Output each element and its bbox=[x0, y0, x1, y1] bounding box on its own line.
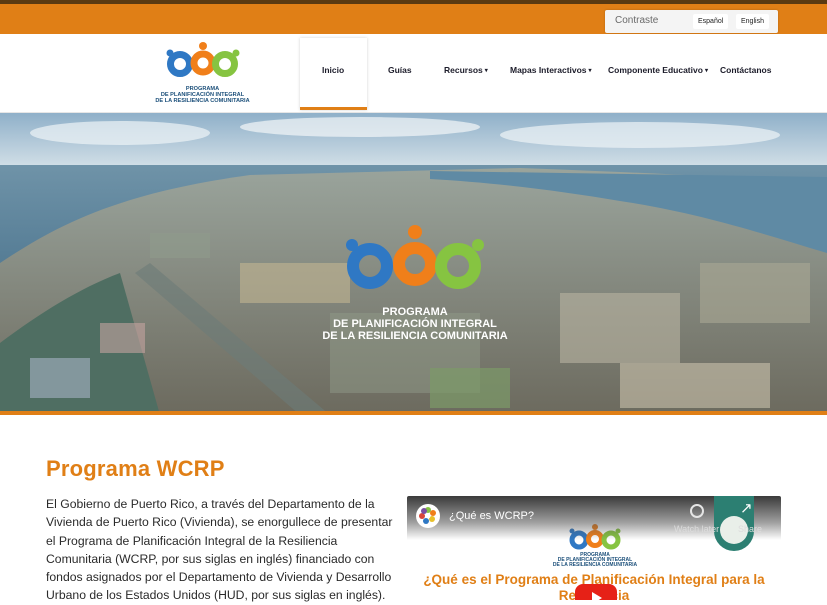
hero-logo-text-2: DE PLANIFICACIÓN INTEGRAL bbox=[333, 317, 497, 330]
logo-mark bbox=[166, 42, 240, 77]
nav-recursos-label: Recursos bbox=[444, 65, 483, 75]
caret-down-icon: ▾ bbox=[704, 68, 708, 74]
logo-text-3: DE LA RESILIENCIA COMUNITARIA bbox=[155, 98, 249, 104]
hero-logo-text-1: PROGRAMA bbox=[382, 306, 447, 318]
video-title[interactable]: ¿Qué es WCRP? bbox=[449, 510, 534, 522]
caret-down-icon: ▾ bbox=[588, 68, 592, 74]
hero-logo-mark bbox=[346, 225, 484, 289]
hero-logo-text-3: DE LA RESILIENCIA COMUNITARIA bbox=[322, 330, 507, 342]
site-header: PROGRAMA DE PLANIFICACIÓN INTEGRAL DE LA… bbox=[0, 34, 827, 113]
site-logo[interactable]: PROGRAMA DE PLANIFICACIÓN INTEGRAL DE LA… bbox=[140, 39, 265, 107]
nav-educativo-label: Componente Educativo bbox=[608, 65, 703, 75]
page-title: Programa WCRP bbox=[46, 456, 225, 481]
hero-banner: PROGRAMA DE PLANIFICACIÓN INTEGRAL DE LA… bbox=[0, 113, 827, 415]
intro-paragraph: El Gobierno de Puerto Rico, a través del… bbox=[46, 497, 393, 603]
nav-recursos-menu[interactable]: Recursos ▾ bbox=[444, 65, 488, 75]
nav-contactanos[interactable]: Contáctanos bbox=[720, 65, 771, 75]
flower-icon bbox=[419, 507, 436, 524]
accessibility-toolbar: Contraste Español English bbox=[605, 10, 778, 33]
watch-later-label[interactable]: Watch later bbox=[674, 524, 719, 534]
play-button[interactable] bbox=[575, 584, 617, 600]
hero-logo: PROGRAMA DE PLANIFICACIÓN INTEGRAL DE LA… bbox=[322, 225, 508, 342]
share-label[interactable]: Share bbox=[738, 524, 762, 534]
share-icon[interactable]: ↗ bbox=[740, 501, 753, 517]
nav-educativo-menu[interactable]: Componente Educativo ▾ bbox=[608, 65, 708, 75]
logo-text-2: DE PLANIFICACIÓN INTEGRAL bbox=[161, 90, 245, 98]
channel-avatar[interactable] bbox=[416, 504, 440, 528]
nav-guias[interactable]: Guías bbox=[388, 65, 412, 75]
video-embed[interactable]: PROGRAMA DE PLANIFICACIÓN INTEGRAL DE LA… bbox=[407, 496, 781, 600]
caret-down-icon: ▾ bbox=[484, 68, 488, 74]
video-logo-text-3: DE LA RESILIENCIA COMUNITARIA bbox=[553, 562, 638, 568]
nav-mapas-menu[interactable]: Mapas Interactivos ▾ bbox=[510, 65, 592, 75]
nav-inicio[interactable]: Inicio bbox=[322, 65, 344, 75]
contrast-toggle[interactable]: Contraste bbox=[615, 15, 658, 26]
lang-es-button[interactable]: Español bbox=[693, 14, 729, 29]
lang-en-button[interactable]: English bbox=[736, 14, 769, 29]
nav-mapas-label: Mapas Interactivos bbox=[510, 65, 587, 75]
top-bar: Contraste Español English bbox=[0, 0, 827, 34]
watch-later-icon[interactable] bbox=[690, 504, 704, 518]
